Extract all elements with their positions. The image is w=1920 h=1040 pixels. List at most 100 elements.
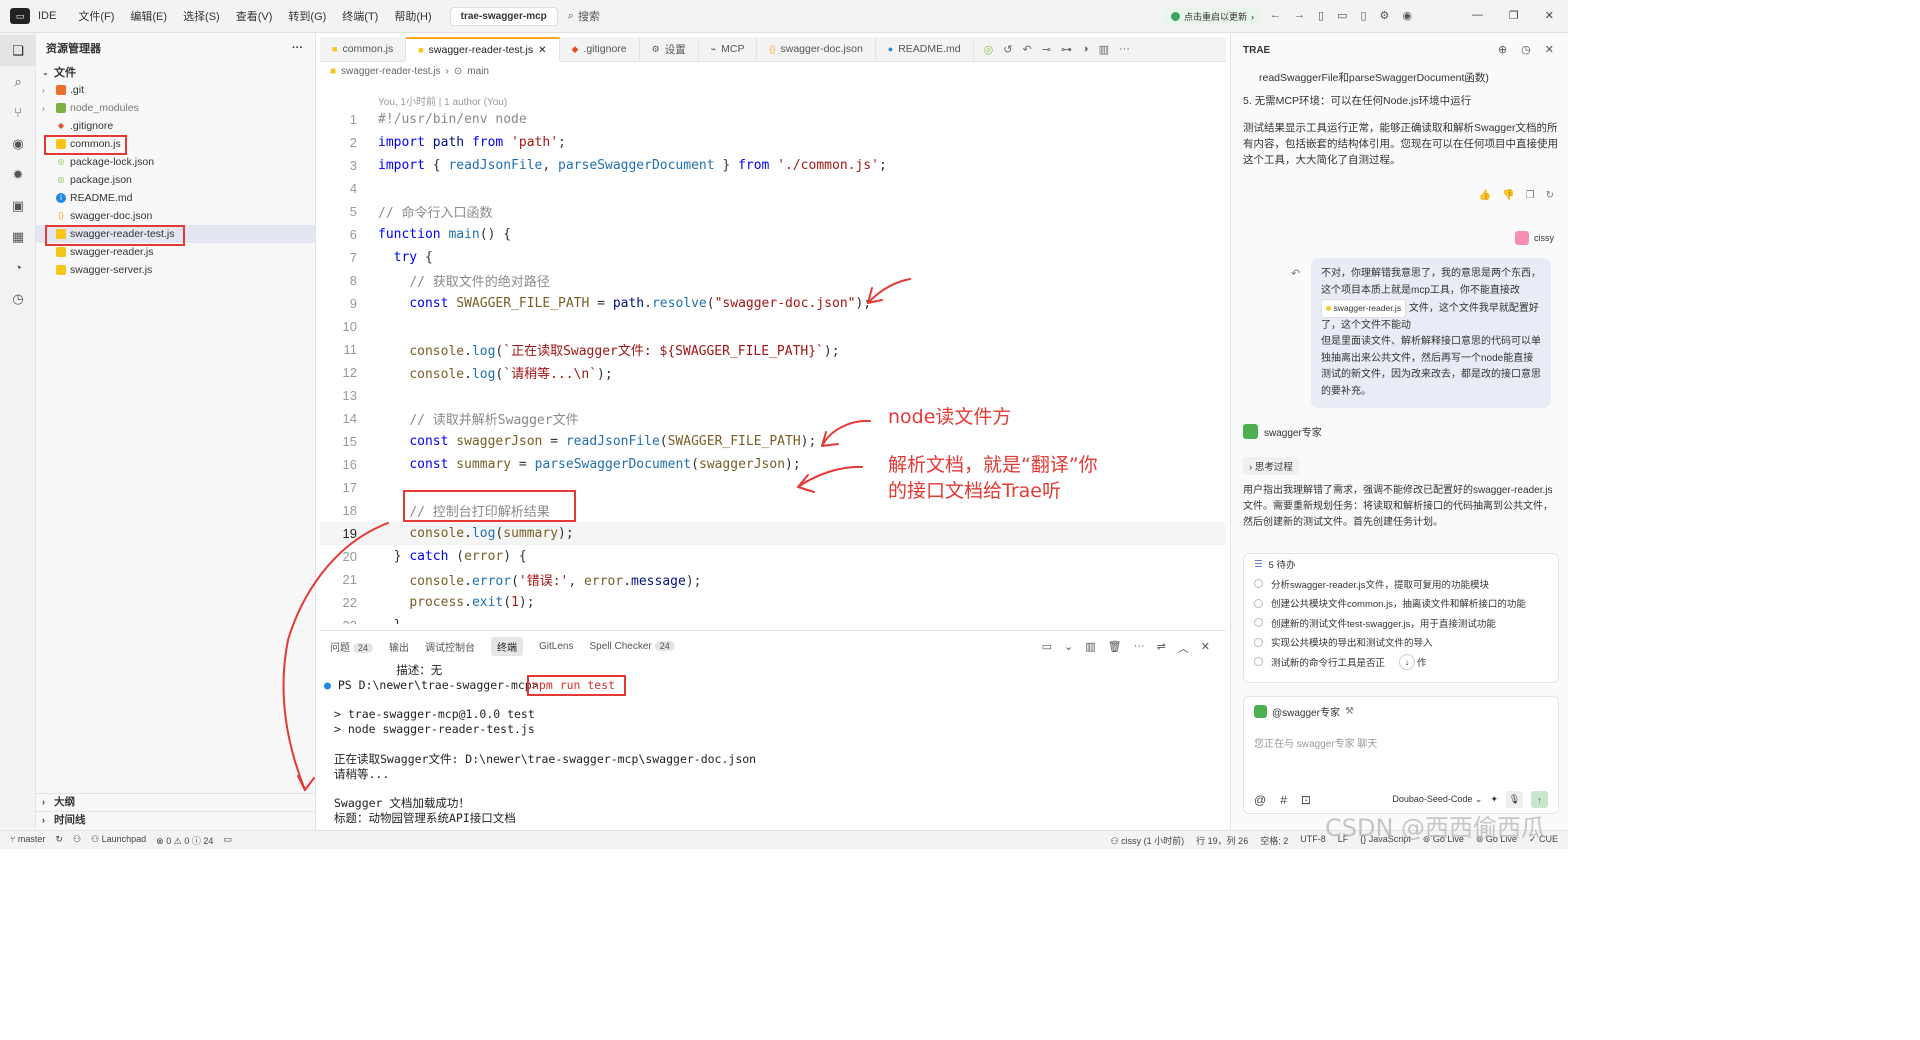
microphone-icon[interactable]: 🎙: [1506, 791, 1523, 808]
more-actions-icon[interactable]: ···: [1119, 43, 1130, 56]
ide-label[interactable]: IDE: [38, 10, 56, 22]
indent-setting[interactable]: 空格: 2: [1260, 834, 1288, 847]
tab-settings[interactable]: ⚙ 设置: [640, 36, 699, 62]
encoding[interactable]: UTF-8: [1300, 834, 1326, 847]
menu-help[interactable]: 帮助(H): [386, 8, 439, 24]
gitlens-icon[interactable]: ◑: [1082, 43, 1089, 56]
todo-item[interactable]: 创建公共模块文件common.js，抽离读文件和解析接口的功能: [1244, 594, 1558, 614]
debug-icon[interactable]: ✹: [0, 159, 36, 190]
todo-header[interactable]: ☰ 5 待办: [1244, 554, 1558, 574]
tab-problems[interactable]: 问题 24: [330, 639, 374, 654]
minimize-icon[interactable]: —: [1472, 9, 1483, 22]
settings-gear-icon[interactable]: ⚙: [1380, 9, 1390, 22]
account-icon[interactable]: ◉: [1402, 9, 1412, 22]
split-editor-icon[interactable]: ▥: [1099, 43, 1109, 56]
eye-icon[interactable]: ◉: [0, 128, 36, 159]
menu-terminal[interactable]: 终端(T): [334, 8, 386, 24]
tree-item-package-lock[interactable]: ◎ package-lock.json: [36, 153, 315, 171]
tree-item-swagger-reader[interactable]: swagger-reader.js: [36, 243, 315, 261]
toggle-panel-icon[interactable]: ▭: [1337, 9, 1347, 22]
terminal-icon[interactable]: ▭: [223, 834, 232, 847]
tree-item-node-modules[interactable]: › node_modules: [36, 99, 315, 117]
restart-update-button[interactable]: 点击重启以更新 ›: [1163, 8, 1263, 25]
tree-item-swagger-doc[interactable]: {} swagger-doc.json: [36, 207, 315, 225]
menu-go[interactable]: 转到(G): [280, 8, 334, 24]
tools-icon[interactable]: ⚒: [1345, 706, 1354, 717]
more-actions-icon[interactable]: ···: [292, 42, 303, 54]
chevron-down-icon[interactable]: ⌄: [1064, 640, 1073, 656]
gitlens-icon[interactable]: ◔: [0, 252, 36, 283]
menu-view[interactable]: 查看(V): [228, 8, 281, 24]
maximize-panel-icon[interactable]: ︿: [1178, 640, 1189, 656]
new-terminal-icon[interactable]: ▭: [1042, 640, 1052, 656]
branch-indicator[interactable]: ⑂ master: [10, 834, 45, 847]
blame-status[interactable]: ⚇ cissy (1 小时前): [1111, 834, 1185, 847]
menu-edit[interactable]: 编辑(E): [122, 8, 175, 24]
panel-settings-icon[interactable]: ⇌: [1157, 640, 1166, 656]
git-blame-lens[interactable]: You, 1小时前 | 1 author (You): [378, 93, 507, 108]
tab-common-js[interactable]: ■ common.js: [320, 36, 407, 62]
tab-terminal[interactable]: 终端: [491, 636, 524, 656]
breadcrumb-symbol[interactable]: main: [467, 66, 489, 77]
thumbs-down-icon[interactable]: 👎: [1502, 190, 1514, 201]
files-section[interactable]: ⌄ 文件: [36, 63, 315, 81]
new-chat-icon[interactable]: ⊕: [1498, 43, 1507, 56]
code-editor[interactable]: 1 #!/usr/bin/env node 2 import path from '…: [320, 108, 1226, 624]
tab-mcp[interactable]: ⌁ MCP: [699, 36, 758, 62]
close-icon[interactable]: ✕: [1545, 43, 1554, 56]
image-icon[interactable]: ⊡: [1301, 793, 1311, 807]
thinking-toggle[interactable]: › 思考过程: [1243, 457, 1299, 475]
tab-output[interactable]: 输出: [389, 639, 409, 654]
model-selector[interactable]: Doubao-Seed-Code ⌄: [1392, 794, 1482, 805]
source-control-icon[interactable]: ⑂: [0, 97, 36, 128]
npm-icon[interactable]: ◎: [984, 43, 994, 56]
file-chip[interactable]: ■ swagger-reader.js: [1321, 299, 1407, 318]
tree-item-swagger-server[interactable]: swagger-server.js: [36, 261, 315, 279]
revert-icon[interactable]: ↶: [1022, 43, 1031, 56]
tree-item-gitignore[interactable]: ◆ .gitignore: [36, 117, 315, 135]
menu-file[interactable]: 文件(F): [70, 8, 122, 24]
todo-item[interactable]: 实现公共模块的导出和测试文件的导入: [1244, 633, 1558, 653]
tree-item-swagger-reader-test[interactable]: swagger-reader-test.js: [36, 225, 315, 243]
tab-readme[interactable]: ● README.md: [876, 36, 974, 62]
close-panel-icon[interactable]: ✕: [1201, 640, 1210, 656]
breadcrumb-file[interactable]: swagger-reader-test.js: [341, 66, 440, 77]
close-icon[interactable]: ✕: [538, 45, 546, 56]
forward-arrow-icon[interactable]: →: [1294, 9, 1305, 22]
close-icon[interactable]: ✕: [1545, 9, 1554, 22]
outline-section[interactable]: › 大纲: [36, 793, 316, 809]
search-icon[interactable]: ⌕: [0, 66, 36, 97]
todo-item[interactable]: 测试新的命令行工具是否正 ↓ 作: [1244, 652, 1558, 672]
sync-icon[interactable]: ↻: [55, 834, 63, 847]
tree-item-package-json[interactable]: ◎ package.json: [36, 171, 315, 189]
tab-gitignore[interactable]: ◆ .gitignore: [560, 36, 640, 62]
undo-icon[interactable]: ↶: [1291, 267, 1300, 280]
chat-input-box[interactable]: @swagger专家 ⚒ 您正在与 swagger专家 聊天 @ # ⊡ Dou…: [1243, 696, 1559, 814]
chat-agent-tag[interactable]: @swagger专家 ⚒: [1254, 704, 1354, 719]
tab-spell-checker[interactable]: Spell Checker 24: [589, 640, 675, 652]
tab-gitlens[interactable]: GitLens: [539, 641, 573, 652]
toggle-right-panel-icon[interactable]: ▯: [1360, 9, 1366, 22]
sparkle-icon[interactable]: ✦: [1490, 794, 1498, 805]
send-icon[interactable]: ↑: [1531, 791, 1548, 808]
history-icon[interactable]: ◷: [0, 283, 36, 314]
tree-item-common-js[interactable]: common.js: [36, 135, 315, 153]
chat-input[interactable]: 您正在与 swagger专家 聊天: [1254, 735, 1377, 750]
explorer-icon[interactable]: ❏: [0, 35, 36, 66]
scroll-down-icon[interactable]: ↓: [1399, 653, 1416, 670]
tab-debug-console[interactable]: 调试控制台: [425, 639, 475, 654]
back-arrow-icon[interactable]: ←: [1270, 9, 1281, 22]
todo-item[interactable]: 创建新的测试文件test-swagger.js，用于直接测试功能: [1244, 613, 1558, 633]
menu-selection[interactable]: 选择(S): [175, 8, 228, 24]
copy-icon[interactable]: ❐: [1526, 190, 1535, 201]
tree-item-readme[interactable]: i README.md: [36, 189, 315, 207]
cursor-position[interactable]: 行 19，列 26: [1196, 834, 1248, 847]
restore-icon[interactable]: ❐: [1509, 9, 1519, 22]
git-graph-icon[interactable]: ⚇: [73, 834, 81, 847]
compare-icon[interactable]: ⊶: [1061, 43, 1072, 56]
remote-icon[interactable]: ▣: [0, 190, 36, 221]
problems-indicator[interactable]: ⊗ 0 ⚠ 0 ⓘ 24: [156, 834, 213, 847]
todo-item[interactable]: 分析swagger-reader.js文件，提取可复用的功能模块: [1244, 574, 1558, 594]
tab-swagger-reader-test[interactable]: ■ swagger-reader-test.js ✕: [406, 36, 560, 62]
refresh-icon[interactable]: ↻: [1546, 190, 1554, 201]
